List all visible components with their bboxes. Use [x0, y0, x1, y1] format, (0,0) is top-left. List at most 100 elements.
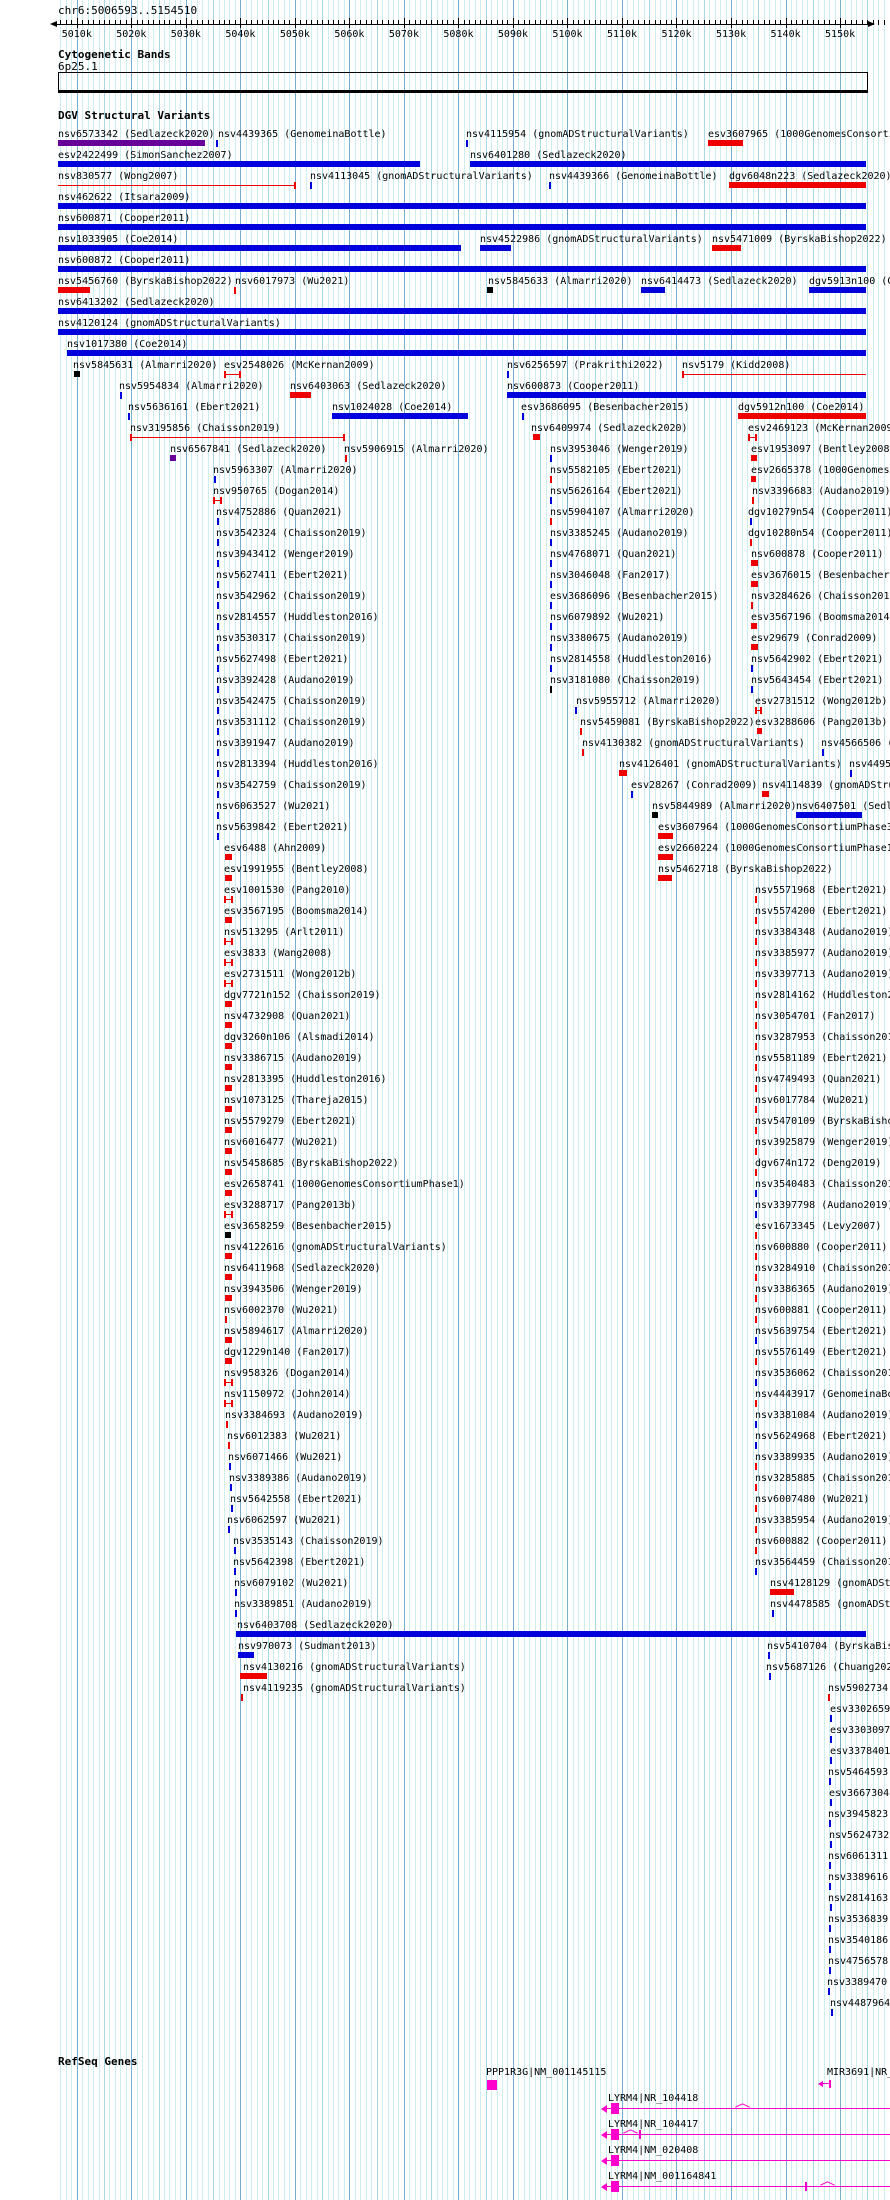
variant-glyph-square[interactable]: [487, 287, 493, 293]
variant-glyph-bar[interactable]: [58, 161, 420, 167]
variant-label[interactable]: nsv4113045 (gnomADStructuralVariants): [310, 172, 533, 182]
variant-glyph-tick[interactable]: [217, 749, 219, 756]
variant-glyph-bar[interactable]: [238, 1652, 254, 1658]
variant-label[interactable]: nsv5456760 (ByrskaBishop2022): [58, 277, 233, 287]
cytoband-box[interactable]: [58, 72, 868, 93]
variant-label[interactable]: nsv462622 (Itsara2009): [58, 193, 190, 203]
variant-glyph-tick[interactable]: [229, 1463, 231, 1470]
variant-label[interactable]: nsv4752886 (Quan2021): [216, 508, 342, 518]
variant-glyph-tick[interactable]: [226, 1421, 228, 1428]
variant-glyph-tick[interactable]: [755, 1106, 757, 1113]
variant-label[interactable]: esv3607965 (1000GenomesConsortiumPhase3): [708, 130, 890, 140]
variant-glyph-tick[interactable]: [217, 812, 219, 819]
variant-label[interactable]: nsv3943412 (Wenger2019): [216, 550, 354, 560]
variant-label[interactable]: nsv6403708 (Sedlazeck2020): [237, 1621, 394, 1631]
variant-glyph-square[interactable]: [225, 1358, 232, 1364]
variant-label[interactable]: nsv6567841 (Sedlazeck2020): [170, 445, 327, 455]
variant-label[interactable]: dgv1229n140 (Fan2017): [224, 1348, 350, 1358]
variant-glyph-tick[interactable]: [829, 1946, 831, 1953]
variant-label[interactable]: nsv600871 (Cooper2011): [58, 214, 190, 224]
variant-label[interactable]: dgv10280n54 (Cooper2011): [748, 529, 890, 539]
variant-label[interactable]: nsv3953046 (Wenger2019): [550, 445, 688, 455]
variant-glyph-tick[interactable]: [755, 1253, 757, 1260]
variant-glyph-square[interactable]: [652, 812, 658, 818]
variant-glyph-tick[interactable]: [550, 581, 552, 588]
variant-glyph-tick[interactable]: [550, 665, 552, 672]
variant-label[interactable]: esv2665378 (1000GenomesConsortiumPilotPr…: [751, 466, 890, 476]
variant-glyph-tick[interactable]: [769, 1673, 771, 1680]
variant-label[interactable]: esv3686096 (Besenbacher2015): [550, 592, 719, 602]
variant-label[interactable]: nsv3385954 (Audano2019): [755, 1516, 890, 1526]
variant-glyph-bar[interactable]: [58, 329, 866, 335]
variant-label[interactable]: dgv3260n106 (Alsmadi2014): [224, 1033, 375, 1043]
variant-label[interactable]: nsv3392428 (Audano2019): [216, 676, 354, 686]
variant-label[interactable]: nsv5845633 (Almarri2020): [488, 277, 633, 287]
variant-glyph-square[interactable]: [757, 728, 762, 734]
variant-glyph-tick[interactable]: [755, 1022, 757, 1029]
variant-glyph-square[interactable]: [225, 1190, 232, 1196]
variant-glyph-tick[interactable]: [466, 140, 468, 147]
variant-label[interactable]: nsv3381084 (Audano2019): [755, 1411, 890, 1421]
variant-label[interactable]: nsv4130382 (gnomADStructuralVariants): [582, 739, 805, 749]
variant-label[interactable]: nsv600878 (Cooper2011): [751, 550, 883, 560]
variant-label[interactable]: nsv600882 (Cooper2011): [755, 1537, 887, 1547]
variant-glyph-ibeam[interactable]: [213, 497, 222, 504]
variant-label[interactable]: nsv6079102 (Wu2021): [234, 1579, 348, 1589]
variant-label[interactable]: nsv5581189 (Ebert2021): [755, 1054, 887, 1064]
variant-label[interactable]: nsv6017784 (Wu2021): [755, 1096, 869, 1106]
variant-label[interactable]: esv3378401: [830, 1747, 890, 1757]
variant-label[interactable]: nsv6401280 (Sedlazeck2020): [470, 151, 627, 161]
variant-label[interactable]: nsv4732908 (Quan2021): [224, 1012, 350, 1022]
variant-glyph-tick[interactable]: [755, 1568, 757, 1575]
variant-glyph-tick[interactable]: [234, 1547, 236, 1554]
variant-glyph-tick[interactable]: [755, 1232, 757, 1239]
variant-label[interactable]: nsv3380675 (Audano2019): [550, 634, 688, 644]
variant-glyph-tick[interactable]: [217, 623, 219, 630]
variant-glyph-square[interactable]: [225, 1253, 232, 1259]
variant-glyph-bar[interactable]: [507, 392, 866, 398]
variant-glyph-ibeam[interactable]: [224, 1400, 233, 1407]
variant-label[interactable]: nsv5574200 (Ebert2021): [755, 907, 887, 917]
variant-label[interactable]: dgv5912n100 (Coe2014): [738, 403, 864, 413]
variant-glyph-tick[interactable]: [128, 413, 130, 420]
variant-glyph-tick[interactable]: [751, 602, 753, 609]
variant-glyph-tick[interactable]: [235, 1610, 237, 1617]
variant-label[interactable]: nsv4130216 (gnomADStructuralVariants): [243, 1663, 466, 1673]
variant-label[interactable]: nsv4114839 (gnomADStructuralVariants): [762, 781, 890, 791]
variant-glyph-tick[interactable]: [228, 1526, 230, 1533]
variant-glyph-square[interactable]: [225, 1169, 232, 1175]
variant-label[interactable]: nsv5639754 (Ebert2021): [755, 1327, 887, 1337]
variant-label[interactable]: esv1953097 (Bentley2008): [751, 445, 890, 455]
variant-label[interactable]: nsv6002370 (Wu2021): [224, 1306, 338, 1316]
variant-label[interactable]: nsv5624732: [829, 1831, 889, 1841]
variant-label[interactable]: nsv970073 (Sudmant2013): [238, 1642, 376, 1652]
variant-label[interactable]: nsv3384348 (Audano2019): [755, 928, 890, 938]
variant-glyph-square[interactable]: [225, 1274, 232, 1280]
variant-glyph-tick[interactable]: [830, 1904, 832, 1911]
variant-glyph-bar[interactable]: [58, 266, 866, 272]
variant-glyph-tick[interactable]: [217, 728, 219, 735]
variant-glyph-tick[interactable]: [755, 938, 757, 945]
variant-glyph-bar[interactable]: [770, 1589, 794, 1595]
variant-glyph-tick[interactable]: [755, 1484, 757, 1491]
variant-label[interactable]: nsv6403063 (Sedlazeck2020): [290, 382, 447, 392]
variant-label[interactable]: nsv4439365 (GenomeinaBottle): [218, 130, 387, 140]
variant-label[interactable]: nsv5904107 (Almarri2020): [550, 508, 695, 518]
gene-glyph-exon[interactable]: [487, 2080, 497, 2090]
variant-glyph-tick[interactable]: [217, 686, 219, 693]
variant-label[interactable]: nsv830577 (Wong2007): [58, 172, 178, 182]
variant-glyph-bar[interactable]: [738, 413, 866, 419]
variant-glyph-tick[interactable]: [631, 791, 633, 798]
variant-glyph-ibeam[interactable]: [224, 1379, 233, 1386]
variant-glyph-tick[interactable]: [522, 413, 524, 420]
variant-label[interactable]: nsv3386715 (Audano2019): [224, 1054, 362, 1064]
variant-glyph-tick[interactable]: [831, 2009, 833, 2016]
variant-glyph-tick[interactable]: [234, 1568, 236, 1575]
variant-label[interactable]: nsv4120124 (gnomADStructuralVariants): [58, 319, 281, 329]
variant-glyph-bar[interactable]: [58, 287, 90, 293]
variant-glyph-line[interactable]: [58, 182, 296, 189]
variant-glyph-tick[interactable]: [755, 1169, 757, 1176]
variant-label[interactable]: nsv5687126 (Chuang2021): [766, 1663, 890, 1673]
variant-label[interactable]: nsv4487964: [830, 1999, 890, 2009]
variant-glyph-bar[interactable]: [236, 1631, 866, 1637]
